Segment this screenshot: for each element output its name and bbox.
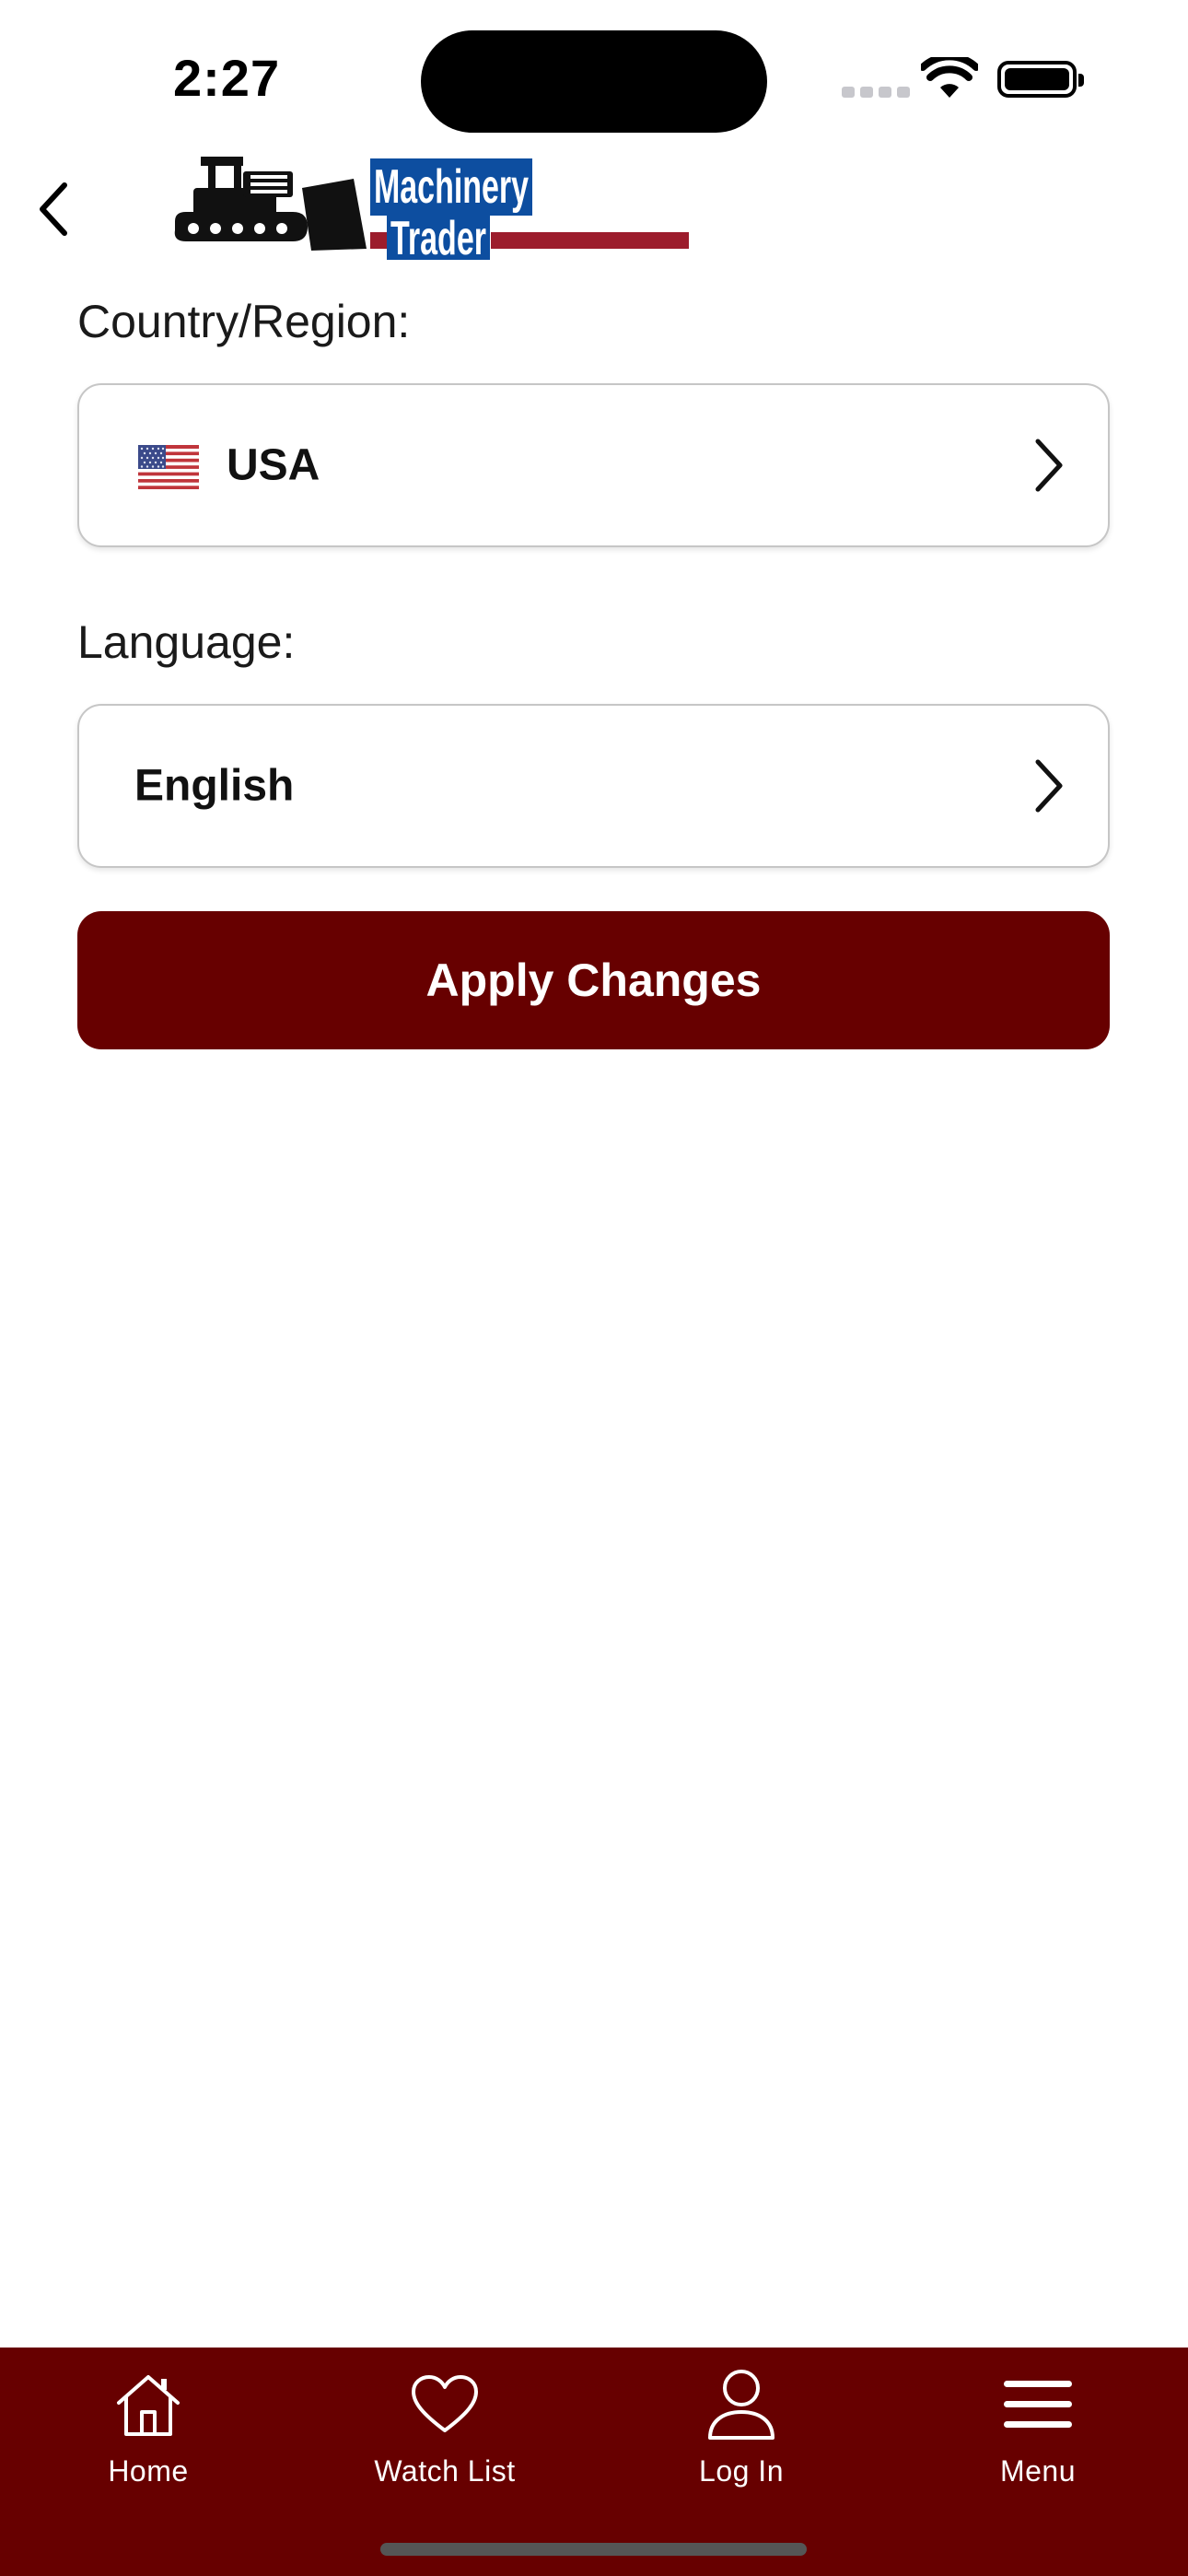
chevron-right-icon [1035, 439, 1063, 492]
language-select[interactable]: English [77, 704, 1110, 868]
home-indicator-bar [380, 2543, 807, 2556]
menu-icon [1004, 2381, 1072, 2428]
apply-changes-button[interactable]: Apply Changes [77, 911, 1110, 1049]
chevron-left-icon [40, 182, 67, 236]
wifi-icon [919, 53, 980, 104]
bulldozer-icon [174, 157, 367, 251]
home-icon [117, 2375, 180, 2436]
bottom-tab-bar: Home Watch List Log In Menu [0, 2348, 1188, 2576]
us-flag-icon [138, 445, 199, 489]
tab-menu-label: Menu [999, 2454, 1077, 2488]
dynamic-island [421, 30, 767, 133]
back-button[interactable] [26, 177, 81, 241]
cellular-signal-icon [842, 87, 910, 98]
tab-log-in-label: Log In [699, 2454, 784, 2488]
country-region-label: Country/Region: [77, 296, 411, 347]
logo-text-trader: Trader [390, 212, 486, 265]
language-value: English [134, 761, 295, 811]
settings-screen: 2:27 Machinery Trader Country/Region: US… [0, 0, 1188, 2576]
machinery-trader-logo: Machinery Trader [173, 147, 689, 267]
country-value: USA [227, 440, 320, 490]
tab-watch-list-label: Watch List [374, 2454, 516, 2488]
heart-icon [412, 2375, 478, 2432]
tab-log-in[interactable]: Log In [593, 2348, 890, 2532]
tab-menu[interactable]: Menu [890, 2348, 1186, 2532]
battery-icon [997, 61, 1084, 98]
tab-home[interactable]: Home [0, 2348, 297, 2532]
person-icon [708, 2370, 775, 2440]
country-region-select[interactable]: USA [77, 383, 1110, 547]
status-bar: 2:27 [0, 0, 1188, 147]
logo-text-machinery: Machinery [374, 160, 529, 214]
status-time: 2:27 [173, 49, 281, 107]
language-label: Language: [77, 616, 296, 668]
chevron-right-icon [1035, 759, 1063, 813]
tab-home-label: Home [108, 2454, 189, 2488]
tab-watch-list[interactable]: Watch List [297, 2348, 593, 2532]
